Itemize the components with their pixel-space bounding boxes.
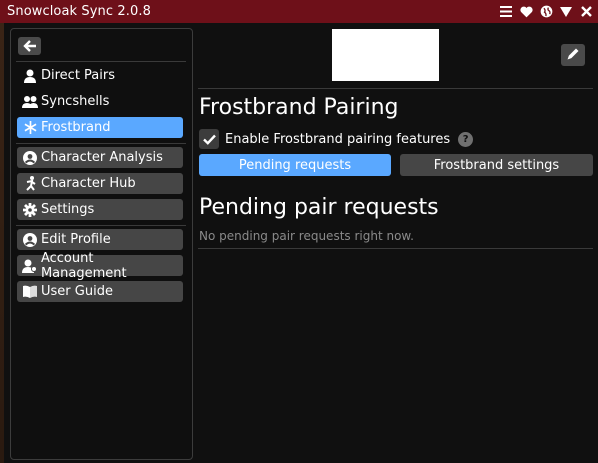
sidebar-item-user-guide[interactable]: User Guide — [17, 281, 183, 302]
sidebar-item-label: Settings — [41, 202, 95, 217]
sidebar-item-character-analysis[interactable]: Character Analysis — [17, 147, 183, 168]
sidebar-item-edit-profile[interactable]: Edit Profile — [17, 229, 183, 250]
sidebar-item-label: Syncshells — [41, 94, 110, 109]
running-icon — [22, 176, 38, 192]
snowflake-icon — [22, 120, 38, 136]
book-icon — [22, 284, 38, 300]
arrow-left-icon — [22, 37, 37, 56]
tab-frostbrand-settings[interactable]: Frostbrand settings — [400, 154, 593, 176]
profile-icon — [22, 232, 38, 248]
enable-frostbrand-checkbox[interactable] — [199, 129, 219, 149]
users-icon — [22, 94, 38, 110]
globe-icon[interactable] — [539, 5, 553, 19]
sidebar-item-label: User Guide — [41, 284, 113, 299]
sidebar-item-label: Edit Profile — [41, 232, 111, 247]
sidebar: Direct Pairs Syncshells Frostbrand Chara… — [10, 28, 193, 460]
help-icon[interactable]: ? — [458, 131, 474, 147]
divider — [16, 61, 186, 62]
user-icon — [22, 68, 38, 84]
user-circle-icon — [22, 150, 38, 166]
sidebar-item-character-hub[interactable]: Character Hub — [17, 173, 183, 194]
divider — [198, 88, 593, 89]
enable-frostbrand-label: Enable Frostbrand pairing features — [225, 131, 451, 147]
sidebar-item-syncshells[interactable]: Syncshells — [17, 91, 183, 112]
sidebar-item-direct-pairs[interactable]: Direct Pairs — [17, 65, 183, 86]
account-icon — [22, 258, 38, 274]
main-window: Direct Pairs Syncshells Frostbrand Chara… — [0, 23, 598, 463]
sidebar-item-frostbrand[interactable]: Frostbrand — [17, 117, 183, 138]
sidebar-item-account-management[interactable]: Account Management — [17, 251, 183, 281]
tab-pending-requests[interactable]: Pending requests — [199, 154, 391, 176]
enable-frostbrand-row: Enable Frostbrand pairing features ? — [199, 129, 474, 149]
divider — [16, 143, 186, 144]
menu-icon[interactable] — [499, 5, 513, 19]
page-title: Frostbrand Pairing — [199, 95, 399, 120]
profile-picture — [332, 29, 439, 81]
sidebar-item-label: Character Hub — [41, 176, 136, 191]
edit-profile-button[interactable] — [561, 44, 585, 66]
gear-icon — [22, 202, 38, 218]
heart-icon[interactable] — [519, 5, 533, 19]
back-button[interactable] — [18, 37, 41, 55]
section-title: Pending pair requests — [199, 195, 439, 220]
sidebar-item-label: Direct Pairs — [41, 68, 116, 83]
sidebar-item-label: Account Management — [40, 250, 127, 281]
sidebar-item-label: Character Analysis — [41, 150, 163, 165]
close-icon[interactable] — [579, 5, 593, 19]
divider — [198, 248, 593, 249]
sidebar-item-label: Frostbrand — [41, 120, 111, 135]
collapse-icon[interactable] — [559, 5, 573, 19]
title-bar[interactable]: Snowcloak Sync 2.0.8 — [0, 0, 598, 23]
window-title: Snowcloak Sync 2.0.8 — [7, 4, 151, 19]
empty-state-message: No pending pair requests right now. — [199, 229, 414, 243]
pencil-icon — [566, 46, 580, 65]
sidebar-item-settings[interactable]: Settings — [17, 199, 183, 220]
divider — [16, 225, 186, 226]
